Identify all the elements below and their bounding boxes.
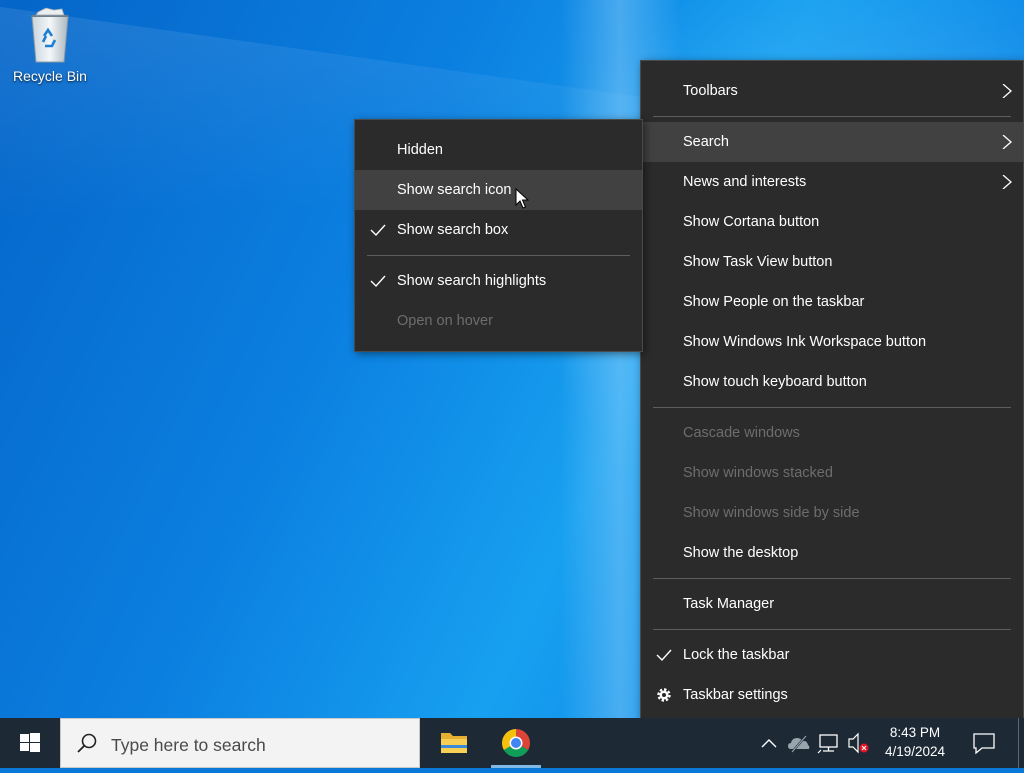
- menu-separator: [653, 578, 1011, 579]
- menu-separator: [367, 255, 630, 256]
- menu-item-label: Lock the taskbar: [683, 647, 790, 663]
- taskbar-app-chrome[interactable]: [491, 718, 541, 768]
- chevron-right-icon: [1002, 175, 1012, 189]
- recycle-bin-label: Recycle Bin: [13, 68, 87, 84]
- menu-item-show-touch-keyboard[interactable]: Show touch keyboard button: [641, 362, 1023, 402]
- menu-item-label: Show windows stacked: [683, 465, 833, 481]
- menu-item-label: Search: [683, 134, 729, 150]
- submenu-item-open-on-hover: Open on hover: [355, 301, 642, 341]
- submenu-item-show-search-box[interactable]: Show search box: [355, 210, 642, 250]
- menu-item-show-the-desktop[interactable]: Show the desktop: [641, 533, 1023, 573]
- onedrive-offline-icon: [788, 735, 810, 753]
- menu-item-label: Show Task View button: [683, 254, 833, 270]
- mouse-cursor-icon: [515, 188, 529, 209]
- menu-separator: [653, 116, 1011, 117]
- menu-separator: [653, 407, 1011, 408]
- menu-item-show-people[interactable]: Show People on the taskbar: [641, 282, 1023, 322]
- action-center-button[interactable]: [962, 718, 1006, 768]
- menu-item-label: Open on hover: [397, 313, 493, 329]
- windows-logo-icon: [20, 733, 40, 752]
- clock-time: 8:43 PM: [889, 725, 941, 740]
- chevron-right-icon: [1002, 135, 1012, 149]
- search-input[interactable]: [109, 729, 403, 761]
- menu-item-toolbars[interactable]: Toolbars: [641, 71, 1023, 111]
- taskbar[interactable]: 8:43 PM 4/19/2024: [0, 718, 1024, 768]
- menu-item-label: Show windows side by side: [683, 505, 860, 521]
- menu-item-search[interactable]: Search: [641, 122, 1023, 162]
- checkmark-icon: [370, 224, 386, 237]
- tray-network[interactable]: [816, 718, 842, 768]
- menu-item-label: Show search highlights: [397, 273, 547, 289]
- menu-item-label: Hidden: [397, 142, 443, 158]
- menu-item-label: Task Manager: [683, 596, 775, 612]
- menu-item-show-windows-side-by-side: Show windows side by side: [641, 493, 1023, 533]
- taskbar-app-file-explorer[interactable]: [429, 718, 479, 768]
- tray-onedrive[interactable]: [786, 718, 812, 768]
- search-submenu: Hidden Show search icon Show search box …: [354, 119, 643, 352]
- chevron-right-icon: [1002, 84, 1012, 98]
- taskbar-clock[interactable]: 8:43 PM 4/19/2024: [874, 723, 956, 761]
- start-button[interactable]: [0, 718, 60, 768]
- menu-item-lock-the-taskbar[interactable]: Lock the taskbar: [641, 635, 1023, 675]
- menu-separator: [653, 629, 1011, 630]
- gear-icon: [657, 688, 671, 702]
- menu-item-label: Cascade windows: [683, 425, 800, 441]
- menu-item-cascade-windows: Cascade windows: [641, 413, 1023, 453]
- menu-item-label: Taskbar settings: [683, 687, 788, 703]
- clock-date: 4/19/2024: [884, 744, 946, 759]
- menu-item-taskbar-settings[interactable]: Taskbar settings: [641, 675, 1023, 715]
- taskbar-search-box[interactable]: [60, 718, 420, 768]
- menu-item-label: Show touch keyboard button: [683, 374, 867, 390]
- menu-item-label: Show People on the taskbar: [683, 294, 865, 310]
- tray-volume[interactable]: [846, 718, 870, 768]
- checkmark-icon: [370, 275, 386, 288]
- menu-item-label: Show search icon: [397, 182, 512, 198]
- menu-item-show-cortana-button[interactable]: Show Cortana button: [641, 202, 1023, 242]
- menu-item-label: Show the desktop: [683, 545, 799, 561]
- menu-item-show-ink-workspace[interactable]: Show Windows Ink Workspace button: [641, 322, 1023, 362]
- search-icon: [77, 733, 97, 753]
- desktop-icon-recycle-bin[interactable]: Recycle Bin: [8, 6, 92, 84]
- submenu-item-show-search-highlights[interactable]: Show search highlights: [355, 261, 642, 301]
- show-desktop-button[interactable]: [1018, 718, 1024, 768]
- submenu-item-show-search-icon[interactable]: Show search icon: [355, 170, 642, 210]
- recycle-bin-icon: [24, 6, 76, 66]
- show-hidden-icons-button[interactable]: [758, 718, 780, 768]
- notification-icon: [973, 733, 995, 755]
- menu-item-news-and-interests[interactable]: News and interests: [641, 162, 1023, 202]
- checkmark-icon: [656, 649, 672, 662]
- menu-item-label: Show Windows Ink Workspace button: [683, 334, 927, 350]
- chrome-icon: [502, 729, 530, 757]
- volume-muted-icon: [848, 732, 869, 754]
- menu-item-label: Show Cortana button: [683, 214, 820, 230]
- menu-item-show-task-view-button[interactable]: Show Task View button: [641, 242, 1023, 282]
- submenu-item-hidden[interactable]: Hidden: [355, 130, 642, 170]
- menu-item-label: Toolbars: [683, 83, 738, 99]
- menu-item-label: Show search box: [397, 222, 509, 238]
- menu-item-label: News and interests: [683, 174, 807, 190]
- file-explorer-icon: [441, 733, 467, 753]
- menu-item-task-manager[interactable]: Task Manager: [641, 584, 1023, 624]
- network-icon: [817, 734, 838, 754]
- chevron-up-icon: [761, 739, 777, 748]
- taskbar-context-menu: Toolbars Search News and interests Show …: [640, 60, 1024, 724]
- menu-item-show-windows-stacked: Show windows stacked: [641, 453, 1023, 493]
